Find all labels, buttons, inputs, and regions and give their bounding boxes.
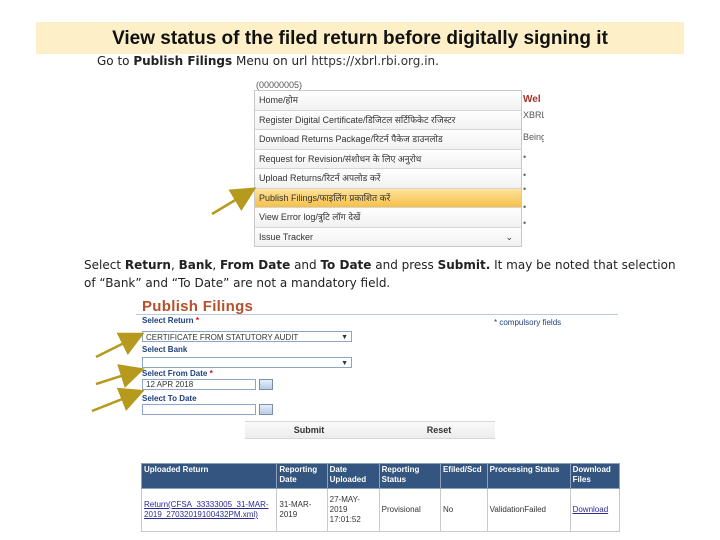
- arrow-to-from-date: [95, 364, 145, 388]
- arrow-to-return-select: [95, 332, 145, 359]
- arrow-to-to-date: [91, 387, 145, 413]
- annotation-arrows: [91, 187, 257, 413]
- arrow-to-publish-filings: [211, 187, 257, 216]
